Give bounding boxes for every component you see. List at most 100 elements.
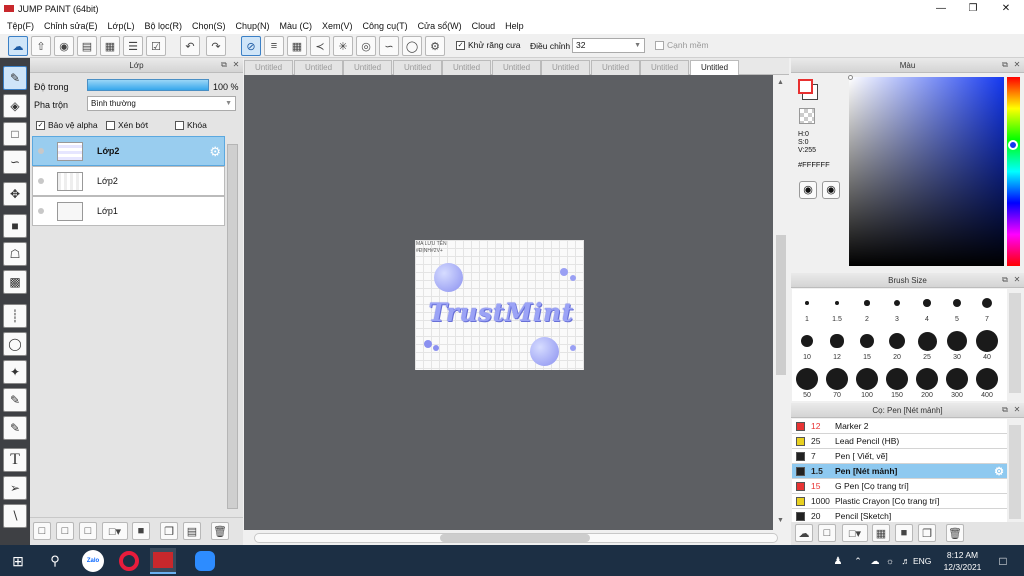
rect-selection-icon[interactable]: ┊: [3, 304, 27, 328]
minimize-button[interactable]: —: [925, 0, 957, 17]
tab-untitled[interactable]: Untitled: [492, 60, 541, 75]
close-button[interactable]: ✕: [990, 0, 1022, 17]
brush-size-option[interactable]: 40: [972, 327, 1002, 365]
soft-edge-option[interactable]: Cạnh mềm: [655, 40, 709, 51]
text-tool-icon[interactable]: T: [3, 448, 27, 472]
menu-help[interactable]: Help: [505, 21, 524, 31]
ruler-settings-icon[interactable]: ⚙: [425, 36, 445, 56]
rectangle-select-icon[interactable]: □: [3, 122, 27, 146]
soft-edge-checkbox[interactable]: [655, 41, 664, 51]
brush-size-option[interactable]: 12: [822, 327, 852, 365]
opera-app-icon[interactable]: [116, 548, 142, 574]
brush-size-option[interactable]: 5: [942, 289, 972, 327]
checklist-icon[interactable]: ☑: [146, 36, 166, 56]
brush-size-option[interactable]: 100: [852, 365, 882, 401]
brush-list-item[interactable]: 7 Pen [ Viết, vẽ]: [792, 449, 1007, 464]
close-icon[interactable]: ✕: [1012, 60, 1022, 70]
eyedropper-icon[interactable]: ∖: [3, 504, 27, 528]
canvas-area[interactable]: MA LƯU TÊN #ĐỊNH#2V+ TrustMint: [244, 75, 773, 530]
brush-size-option[interactable]: 20: [882, 327, 912, 365]
jump-paint-app-icon[interactable]: [150, 548, 176, 574]
brush-size-option[interactable]: 70: [822, 365, 852, 401]
brush-list-item[interactable]: 15 G Pen [Cọ trang trí]: [792, 479, 1007, 494]
tab-untitled-active[interactable]: Untitled: [690, 60, 739, 75]
brush-list-item[interactable]: 1.5 Pen [Nét mảnh] ⚙: [792, 464, 1007, 479]
folder-icon[interactable]: ■: [132, 522, 150, 540]
message-icon[interactable]: ▤: [77, 36, 97, 56]
duplicate-layer-icon[interactable]: □: [79, 522, 97, 540]
gear-icon[interactable]: ⚙: [209, 144, 221, 160]
ellipse-ruler-icon[interactable]: ◯: [402, 36, 422, 56]
protect-alpha-option[interactable]: ✓ Bảo vệ alpha: [36, 120, 98, 131]
merge-layer-icon[interactable]: ▤: [183, 522, 201, 540]
snap-off-icon[interactable]: ⊘: [241, 36, 261, 56]
popout-icon[interactable]: ⧉: [1000, 275, 1010, 285]
close-icon[interactable]: ✕: [231, 60, 241, 70]
language-indicator[interactable]: ENG: [913, 556, 931, 566]
popout-icon[interactable]: ⧉: [219, 60, 229, 70]
clock-time[interactable]: 8:12 AM: [940, 550, 985, 560]
document-icon[interactable]: ▦: [100, 36, 120, 56]
tab-untitled[interactable]: Untitled: [343, 60, 392, 75]
close-icon[interactable]: ✕: [1012, 275, 1022, 285]
eraser-tool-icon[interactable]: ◈: [3, 94, 27, 118]
brush-size-option[interactable]: 2: [852, 289, 882, 327]
lasso-selection-icon[interactable]: ◯: [3, 332, 27, 356]
brush-list-scrollbar[interactable]: [1009, 425, 1021, 519]
zoom-app-icon[interactable]: [192, 548, 218, 574]
tab-untitled[interactable]: Untitled: [541, 60, 590, 75]
clip-checkbox[interactable]: [106, 121, 115, 131]
menu-cloud[interactable]: Cloud: [472, 21, 496, 31]
menu-capture[interactable]: Chụp(N): [236, 21, 270, 31]
layer-scrollbar[interactable]: [227, 144, 238, 509]
hue-slider-handle[interactable]: [1008, 140, 1018, 150]
brush-list-item[interactable]: 1000 Plastic Crayon [Cọ trang trí]: [792, 494, 1007, 509]
popout-icon[interactable]: ⧉: [1000, 405, 1010, 415]
copy-brush-icon[interactable]: ❐: [918, 524, 936, 542]
brush-size-option[interactable]: 4: [912, 289, 942, 327]
folder-icon[interactable]: ■: [895, 524, 913, 542]
new-layer-icon[interactable]: □: [33, 522, 51, 540]
brush-size-option[interactable]: 1: [792, 289, 822, 327]
primary-color-swatch[interactable]: [798, 79, 813, 94]
palette-edit-icon[interactable]: ◉: [822, 181, 840, 199]
menu-window[interactable]: Cửa sổ(W): [418, 21, 462, 31]
add-layer-menu-icon[interactable]: □▾: [102, 522, 128, 540]
share-icon[interactable]: ⇧: [31, 36, 51, 56]
menu-tools[interactable]: Công cụ(T): [363, 21, 408, 31]
menu-view[interactable]: Xem(V): [322, 21, 353, 31]
visibility-icon[interactable]: [38, 148, 44, 154]
perspective-icon[interactable]: ≺: [310, 36, 330, 56]
gear-icon[interactable]: ⚙: [994, 465, 1004, 478]
restore-button[interactable]: ❐: [957, 0, 989, 17]
parallel-ruler-icon[interactable]: ≡: [264, 36, 284, 56]
concentric-ruler-icon[interactable]: ◎: [356, 36, 376, 56]
grid-icon[interactable]: ▦: [287, 36, 307, 56]
horizontal-scrollbar[interactable]: [244, 530, 789, 545]
brush-settings-icon[interactable]: ▦: [872, 524, 890, 542]
popout-icon[interactable]: ⧉: [1000, 60, 1010, 70]
trash-icon[interactable]: 🗑: [211, 522, 229, 540]
blend-mode-dropdown[interactable]: Bình thường ▼: [87, 96, 236, 111]
scroll-thumb[interactable]: [776, 235, 786, 375]
tab-untitled[interactable]: Untitled: [393, 60, 442, 75]
layer-row[interactable]: Lớp2: [32, 166, 225, 196]
brush-size-option[interactable]: 50: [792, 365, 822, 401]
brush-cloud-icon[interactable]: ☁: [795, 524, 813, 542]
visibility-icon[interactable]: [38, 208, 44, 214]
smudge-tool-icon[interactable]: ∽: [3, 150, 27, 174]
transparent-color-swatch[interactable]: [799, 108, 815, 124]
brush-list-item[interactable]: 25 Lead Pencil (HB): [792, 434, 1007, 449]
vertical-scrollbar[interactable]: ▲ ▼: [773, 75, 789, 530]
drawing-canvas[interactable]: MA LƯU TÊN #ĐỊNH#2V+ TrustMint: [415, 240, 584, 370]
gradient-tool-icon[interactable]: ▩: [3, 270, 27, 294]
zalo-app-icon[interactable]: Zalo: [80, 548, 106, 574]
brush-size-option[interactable]: 30: [942, 327, 972, 365]
radial-ruler-icon[interactable]: ✳: [333, 36, 353, 56]
menu-color[interactable]: Màu (C): [280, 21, 313, 31]
brush-size-option[interactable]: 400: [972, 365, 1002, 401]
brush-size-option[interactable]: 200: [912, 365, 942, 401]
scroll-down-icon[interactable]: ▼: [777, 517, 784, 524]
scroll-up-icon[interactable]: ▲: [777, 79, 784, 86]
hue-slider[interactable]: [1007, 77, 1020, 266]
